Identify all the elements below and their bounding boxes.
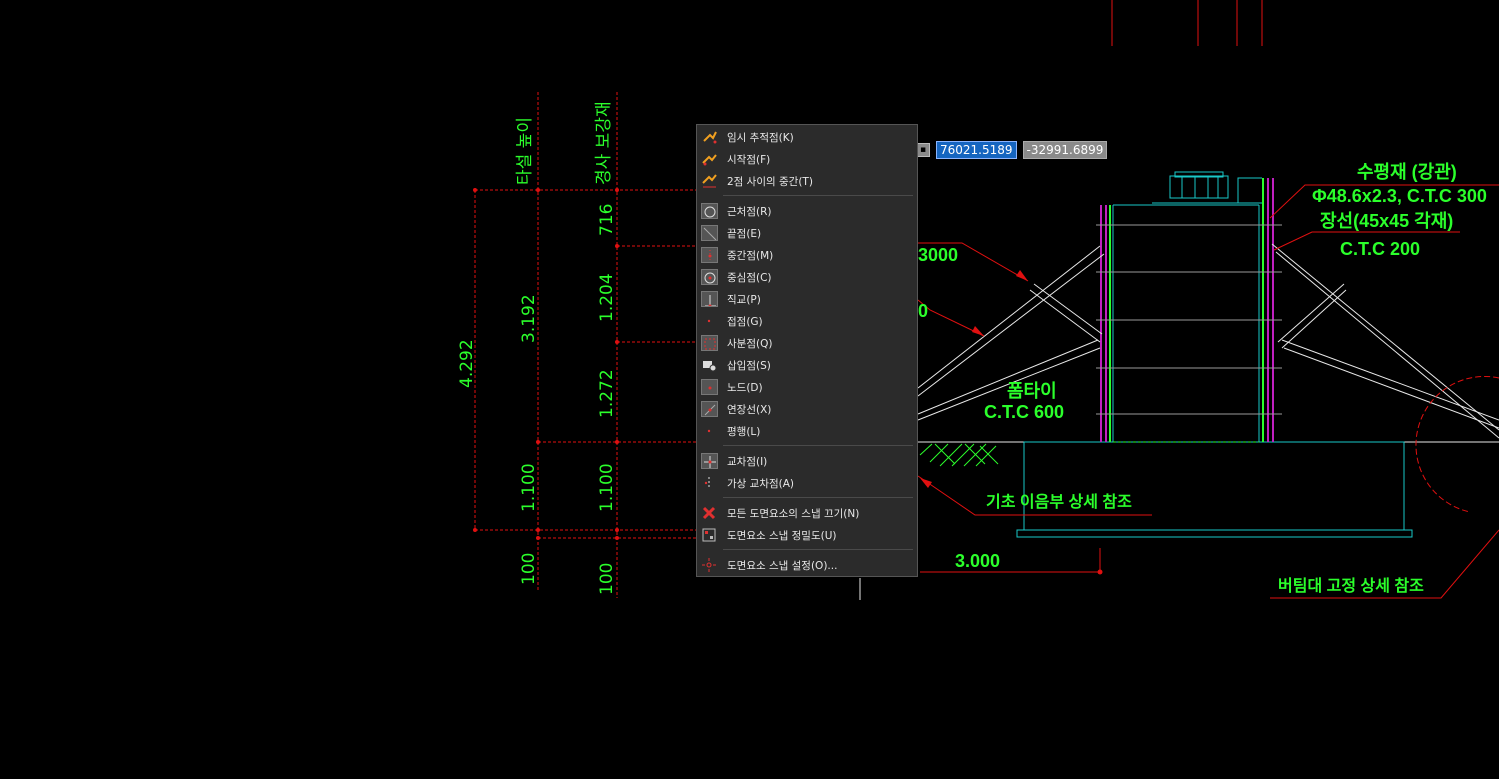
from-point-icon <box>702 154 717 166</box>
menu-separator <box>723 497 913 498</box>
midpoint-icon <box>701 247 718 263</box>
dim-col3-a: 716 <box>597 204 617 236</box>
mid-between-icon <box>702 174 717 188</box>
label-brace-ref: 버팀대 고정 상세 참조 <box>1278 576 1424 595</box>
menu-item-endpoint[interactable]: 끝점(E) <box>697 222 917 244</box>
tangent-icon <box>707 319 711 323</box>
dim-col3-c: 1.272 <box>597 369 617 418</box>
menu-item-from-point[interactable]: 시작점(F) <box>697 148 917 170</box>
top-red-lines <box>1111 0 1263 46</box>
parallel-icon <box>707 429 711 433</box>
dimension-lines <box>474 92 700 598</box>
menu-item-insertion[interactable]: 삽입점(S) <box>697 354 917 376</box>
label-long-bar-ctc: C.T.C 200 <box>1340 239 1420 259</box>
menu-item-tangent[interactable]: 접점(G) <box>697 310 917 332</box>
menu-item-parallel[interactable]: 평행(L) <box>697 420 917 442</box>
menu-item-snap-precision[interactable]: 도면요소 스냅 정밀도(U) <box>697 524 917 546</box>
label-partial-0: 0 <box>918 301 928 321</box>
dim-total: 4.292 <box>457 339 477 388</box>
detail-circle <box>1415 375 1499 513</box>
menu-separator <box>723 549 913 550</box>
label-horizontal-member: 수평재 (강관) <box>1357 162 1457 182</box>
menu-item-perpendicular[interactable]: 직교(P) <box>697 288 917 310</box>
menu-item-midpoint[interactable]: 중간점(M) <box>697 244 917 266</box>
endpoint-icon <box>701 225 718 241</box>
menu-item-intersection[interactable]: 교차점(I) <box>697 450 917 472</box>
dim-col2-b: 1.100 <box>519 463 539 512</box>
snap-settings-icon <box>702 558 716 572</box>
label-pipe-spec: Φ48.6x2.3, C.T.C 300 <box>1312 186 1487 206</box>
header-diagonal-brace: 경사 보강재 <box>594 101 614 185</box>
quadrant-icon <box>701 335 718 351</box>
label-foundation-ref: 기초 이음부 상세 참조 <box>986 492 1132 511</box>
foundation <box>859 441 1499 600</box>
menu-item-temp-track[interactable]: 임시 추적점(K) <box>697 126 917 148</box>
intersection-icon <box>701 453 718 469</box>
dim-col3-b: 1.204 <box>597 273 617 322</box>
center-icon <box>701 269 718 285</box>
menu-item-extension[interactable]: 연장선(X) <box>697 398 917 420</box>
dim-col2-c: 100 <box>519 553 539 585</box>
dim-col2-a: 3.192 <box>519 294 539 343</box>
snap-off-icon <box>702 506 716 520</box>
menu-item-nearest[interactable]: 근처점(R) <box>697 200 917 222</box>
wall-formwork <box>1096 178 1282 443</box>
coordinate-y-field[interactable]: -32991.6899 <box>1022 141 1108 159</box>
label-long-bar: 장선(45x45 각재) <box>1320 211 1453 231</box>
label-dim-3000: 3.000 <box>955 551 1000 571</box>
apparent-intersection-icon <box>704 477 710 489</box>
nearest-icon <box>701 203 718 219</box>
menu-separator <box>723 445 913 446</box>
coordinate-x-field[interactable]: 76021.5189 <box>936 141 1017 159</box>
menu-item-quadrant[interactable]: 사분점(Q) <box>697 332 917 354</box>
menu-item-mid-between[interactable]: 2점 사이의 중간(T) <box>697 170 917 192</box>
header-pour-height: 타설 높이 <box>515 117 535 185</box>
menu-item-node[interactable]: 노드(D) <box>697 376 917 398</box>
menu-item-center[interactable]: 중심점(C) <box>697 266 917 288</box>
temp-track-icon <box>703 131 717 144</box>
label-partial-3000: 3000 <box>918 245 958 265</box>
dim-col3-e: 100 <box>597 563 617 595</box>
object-snap-context-menu: 임시 추적점(K) 시작점(F) 2점 사이의 중간(T) 근처점(R) 끝점(… <box>696 124 918 577</box>
menu-item-snap-settings[interactable]: 도면요소 스냅 설정(O)... <box>697 554 917 576</box>
label-form-tie-ctc: C.T.C 600 <box>984 402 1064 422</box>
node-icon <box>701 379 718 395</box>
coordinate-toggle-icon[interactable]: ▪ <box>916 143 930 157</box>
extension-icon <box>701 401 718 417</box>
perpendicular-icon <box>701 291 718 307</box>
menu-item-snap-off[interactable]: 모든 도면요소의 스냅 끄기(N) <box>697 502 917 524</box>
coordinate-readout: ▪ 76021.5189 -32991.6899 <box>916 140 1108 160</box>
menu-separator <box>723 195 913 196</box>
insertion-icon <box>703 361 717 372</box>
snap-precision-icon <box>702 528 716 542</box>
label-form-tie: 폼타이 <box>1007 381 1057 401</box>
menu-item-apparent-intersection[interactable]: 가상 교차점(A) <box>697 472 917 494</box>
ground-hatch <box>919 443 999 467</box>
top-fixture <box>1152 171 1262 204</box>
dim-col3-d: 1.100 <box>597 463 617 512</box>
